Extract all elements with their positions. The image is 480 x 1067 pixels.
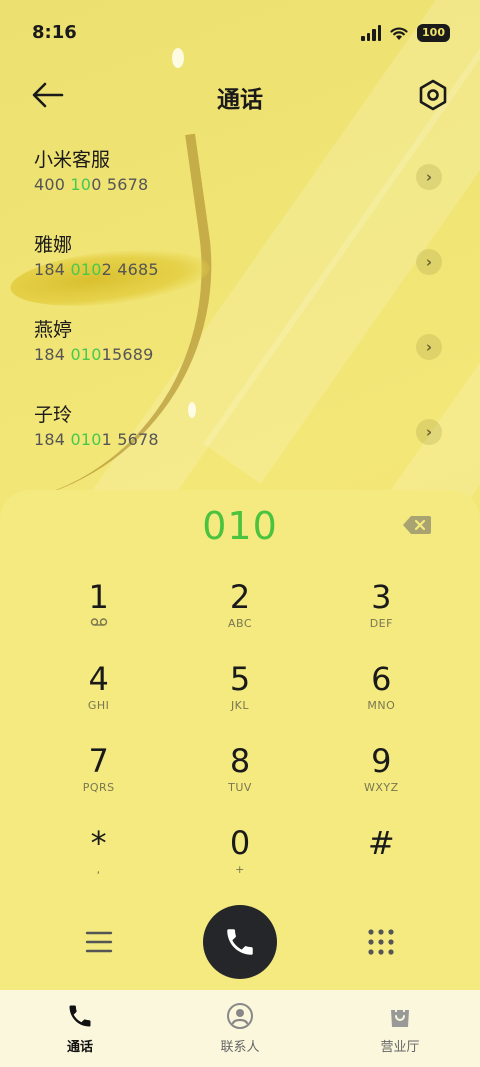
backspace-icon[interactable]: [402, 515, 432, 535]
chevron-right-icon[interactable]: ›: [416, 164, 442, 190]
key-3[interactable]: 3 DEF: [311, 578, 452, 660]
settings-hexagon-icon[interactable]: [416, 78, 450, 112]
keypad: 1 2 ABC 3 DEF 4 GHI 5 JKL 6 MNO 7 PQRS 8 TUV 9W…: [28, 578, 452, 906]
contact-icon: [227, 1003, 253, 1029]
key-star[interactable]: *,: [28, 824, 169, 906]
page-title: 通话: [217, 87, 263, 113]
key-8[interactable]: 8 TUV: [169, 742, 310, 824]
status-bar: 8:16 100: [0, 0, 480, 66]
header: 通话: [0, 70, 480, 120]
contact-name: 燕婷: [34, 319, 73, 341]
chevron-right-icon[interactable]: ›: [416, 249, 442, 275]
contact-name: 雅娜: [34, 234, 73, 256]
phone-icon: [69, 1005, 91, 1027]
key-5[interactable]: 5 JKL: [169, 660, 310, 742]
chevron-right-icon[interactable]: ›: [416, 334, 442, 360]
status-time: 8:16: [32, 22, 77, 43]
key-9[interactable]: 9 WXYZ: [311, 742, 452, 824]
tab-label: 联系人: [220, 1040, 260, 1055]
signal-icon: [361, 25, 382, 41]
tab-contacts[interactable]: 联系人: [160, 990, 320, 1067]
key-7[interactable]: 7 PQRS: [28, 742, 169, 824]
contact-item[interactable]: 雅娜 184 0102 4685 ›: [0, 230, 480, 315]
contact-list: 小米客服 400 100 5678 › 雅娜 184 0102 4685 › 燕…: [0, 145, 480, 485]
contact-item[interactable]: 小米客服 400 100 5678 ›: [0, 145, 480, 230]
status-icons: 100: [361, 24, 450, 42]
dialer-panel: 010 1 2 ABC 3 DEF 4 GHI 5 JKL 6 MNO 7 PQRS 8 TU…: [0, 490, 480, 990]
contact-number: 184 0102 4685: [34, 260, 159, 279]
tab-label: 通话: [66, 1040, 93, 1055]
key-2[interactable]: 2 ABC: [169, 578, 310, 660]
battery-icon: 100: [417, 24, 450, 42]
key-0[interactable]: 0 +: [169, 824, 310, 906]
phone-icon: [227, 929, 253, 955]
keypad-grid-icon[interactable]: [366, 927, 396, 957]
contact-name: 子玲: [34, 404, 73, 426]
contact-number: 184 01015689: [34, 345, 154, 364]
menu-icon[interactable]: [84, 929, 114, 955]
contact-number: 400 100 5678: [34, 175, 149, 194]
key-hash[interactable]: #: [311, 824, 452, 906]
contact-number: 184 0101 5678: [34, 430, 159, 449]
bottom-tab-bar: 通话 联系人 营业厅: [0, 990, 480, 1067]
tab-service-hall[interactable]: 营业厅: [320, 990, 480, 1067]
key-1[interactable]: 1: [28, 578, 169, 660]
contact-item[interactable]: 燕婷 184 01015689 ›: [0, 315, 480, 400]
wifi-icon: [390, 27, 408, 40]
voicemail-icon: [90, 618, 107, 626]
call-button[interactable]: [203, 905, 277, 979]
contact-name: 小米客服: [34, 149, 111, 171]
key-6[interactable]: 6 MNO: [311, 660, 452, 742]
contact-item[interactable]: 子玲 184 0101 5678 ›: [0, 400, 480, 485]
dialer-actions: [0, 905, 480, 981]
bag-icon: [391, 1003, 409, 1027]
tab-label: 营业厅: [380, 1040, 420, 1055]
key-4[interactable]: 4 GHI: [28, 660, 169, 742]
tab-calls[interactable]: 通话: [0, 990, 160, 1067]
chevron-right-icon[interactable]: ›: [416, 419, 442, 445]
